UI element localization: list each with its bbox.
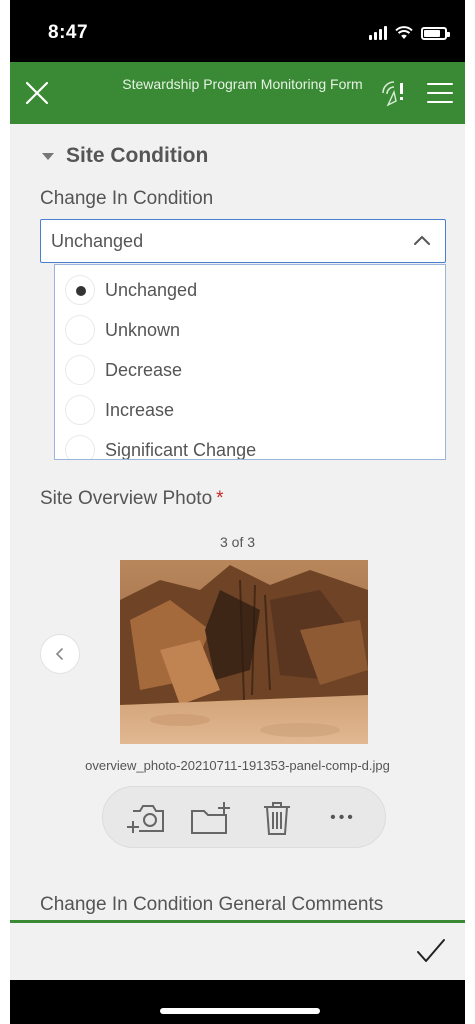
option-decrease[interactable]: Decrease bbox=[65, 353, 182, 387]
option-label: Decrease bbox=[105, 359, 183, 380]
more-options-button[interactable]: ••• bbox=[321, 798, 365, 838]
delete-photo-button[interactable] bbox=[255, 798, 299, 838]
required-marker: * bbox=[216, 488, 224, 509]
wifi-icon bbox=[395, 26, 413, 39]
option-label: Increase bbox=[105, 399, 175, 420]
trash-icon bbox=[264, 802, 290, 835]
site-overview-photo-label: Site Overview Photo * bbox=[40, 488, 224, 510]
form-title: Stewardship Program Monitoring Form bbox=[122, 76, 363, 92]
radio-decrease[interactable] bbox=[65, 355, 95, 385]
hamburger-menu-icon bbox=[427, 83, 453, 103]
close-button[interactable] bbox=[22, 78, 52, 108]
location-status-button[interactable] bbox=[376, 76, 412, 110]
option-unknown[interactable]: Unknown bbox=[65, 313, 180, 347]
status-bar: 8:47 bbox=[10, 0, 465, 62]
more-icon: ••• bbox=[330, 809, 356, 826]
phone-screen: 8:47 Stewardship Program Monitoring Form bbox=[10, 0, 465, 1024]
previous-photo-button[interactable] bbox=[40, 634, 80, 674]
option-unchanged[interactable]: Unchanged bbox=[65, 273, 197, 307]
general-comments-label: Change In Condition General Comments bbox=[40, 894, 384, 915]
photo-counter: 3 of 3 bbox=[219, 534, 256, 550]
photo-label-text: Site Overview Photo bbox=[40, 488, 213, 509]
radio-significant-change[interactable] bbox=[65, 435, 95, 459]
section-title: Site Condition bbox=[66, 144, 209, 167]
chevron-left-icon bbox=[55, 648, 63, 660]
home-indicator-area bbox=[10, 980, 465, 1024]
collapse-caret-icon bbox=[42, 152, 54, 160]
checkmark-icon bbox=[417, 939, 445, 962]
home-indicator[interactable] bbox=[160, 1008, 320, 1014]
status-icons bbox=[369, 26, 450, 40]
camera-add-icon bbox=[127, 805, 164, 833]
option-label: Significant Change bbox=[105, 439, 257, 460]
option-increase[interactable]: Increase bbox=[65, 393, 174, 427]
rock-photo-image bbox=[120, 560, 368, 744]
radio-increase[interactable] bbox=[65, 395, 95, 425]
close-icon bbox=[25, 81, 49, 105]
radio-unchanged[interactable] bbox=[65, 275, 95, 305]
condition-options-list[interactable]: Unchanged Unknown Decrease Increase Sign… bbox=[54, 264, 446, 460]
menu-button[interactable] bbox=[424, 78, 456, 108]
cellular-signal-icon bbox=[369, 26, 387, 40]
option-label: Unchanged bbox=[105, 279, 198, 300]
change-in-condition-select[interactable]: Unchanged bbox=[40, 219, 446, 263]
selected-value: Unchanged bbox=[51, 231, 144, 251]
section-header-site-condition[interactable]: Site Condition bbox=[42, 144, 208, 168]
option-label: Unknown bbox=[105, 319, 181, 340]
take-photo-button[interactable] bbox=[125, 798, 169, 838]
change-in-condition-label: Change In Condition bbox=[40, 188, 214, 209]
photo-toolbar: ••• bbox=[102, 786, 386, 848]
radio-unknown[interactable] bbox=[65, 315, 95, 345]
chevron-up-icon bbox=[414, 235, 430, 245]
form-content[interactable]: Site Condition Change In Condition Uncha… bbox=[10, 124, 465, 920]
submit-button[interactable] bbox=[415, 937, 447, 970]
option-significant-change[interactable]: Significant Change bbox=[65, 433, 257, 460]
battery-icon bbox=[421, 27, 450, 40]
photo-filename: overview_photo-20210711-191353-panel-com… bbox=[85, 758, 390, 773]
status-time: 8:47 bbox=[48, 22, 89, 43]
folder-add-icon bbox=[191, 802, 230, 834]
location-warning-icon bbox=[382, 81, 403, 107]
choose-from-folder-button[interactable] bbox=[189, 798, 233, 838]
app-header: Stewardship Program Monitoring Form bbox=[10, 62, 465, 124]
site-overview-photo[interactable] bbox=[120, 560, 368, 744]
form-footer bbox=[10, 920, 465, 980]
